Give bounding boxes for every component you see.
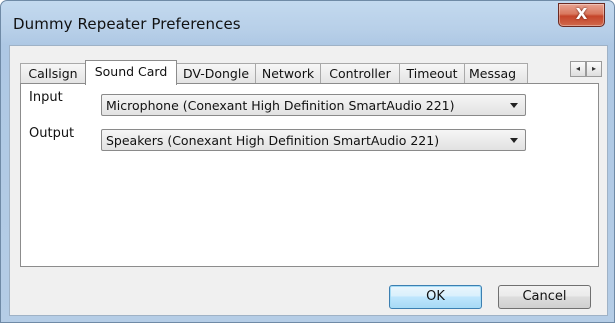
input-label: Input <box>29 90 63 105</box>
preferences-window: Dummy Repeater Preferences X Callsign So… <box>0 0 615 323</box>
title-bar[interactable]: Dummy Repeater Preferences X <box>1 1 614 45</box>
ok-button[interactable]: OK <box>389 285 482 309</box>
chevron-down-icon <box>510 138 518 143</box>
sound-card-panel: Input Microphone (Conexant High Definiti… <box>20 83 599 267</box>
chevron-down-icon <box>510 103 518 108</box>
input-device-value: Microphone (Conexant High Definition Sma… <box>106 98 455 113</box>
tab-sound-card[interactable]: Sound Card <box>85 60 177 85</box>
tab-scroll-left-icon[interactable]: ◂ <box>570 61 586 77</box>
tab-network[interactable]: Network <box>255 63 321 83</box>
tab-dv-dongle[interactable]: DV-Dongle <box>176 63 256 83</box>
tab-controller[interactable]: Controller <box>320 63 400 83</box>
window-title: Dummy Repeater Preferences <box>13 15 241 33</box>
close-icon: X <box>575 5 588 23</box>
tab-callsign[interactable]: Callsign <box>20 63 86 83</box>
tab-scroll-right-icon[interactable]: ▸ <box>586 61 602 77</box>
dialog-client-area: Callsign Sound Card DV-Dongle Network Co… <box>9 45 608 316</box>
tab-timeout[interactable]: Timeout <box>399 63 465 83</box>
cancel-button[interactable]: Cancel <box>498 285 591 309</box>
output-device-value: Speakers (Conexant High Definition Smart… <box>106 133 440 148</box>
input-device-select[interactable]: Microphone (Conexant High Definition Sma… <box>101 94 526 116</box>
output-label: Output <box>29 126 75 141</box>
close-button[interactable]: X <box>558 3 605 27</box>
tab-messages[interactable]: Messag <box>464 63 528 83</box>
output-device-select[interactable]: Speakers (Conexant High Definition Smart… <box>101 129 526 151</box>
